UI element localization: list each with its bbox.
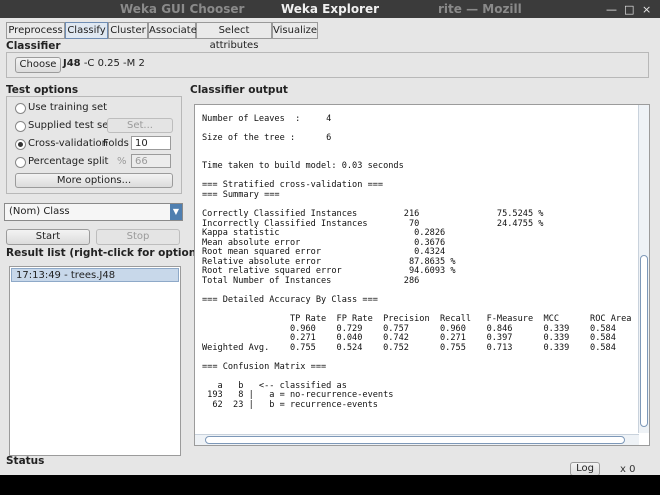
classifier-panel: Choose J48 -C 0.25 -M 2 bbox=[6, 52, 649, 78]
use-training-radio[interactable] bbox=[15, 103, 26, 114]
status-title: Status bbox=[6, 455, 45, 467]
test-options-panel: Use training set Supplied test set Set..… bbox=[6, 96, 182, 194]
test-options-title: Test options bbox=[6, 84, 79, 96]
status-memory-indicator: x 0 bbox=[620, 464, 636, 475]
classifier-output-text: Number of Leaves : 4 Size of the tree : … bbox=[202, 113, 649, 410]
cross-validation-radio[interactable] bbox=[15, 139, 26, 150]
window-title: Weka Explorer bbox=[280, 2, 380, 16]
close-icon[interactable]: × bbox=[642, 3, 651, 16]
tab-select-attributes[interactable]: Select attributes bbox=[196, 22, 272, 51]
chevron-down-icon[interactable]: ▼ bbox=[170, 204, 182, 220]
folds-label: Folds bbox=[103, 138, 129, 149]
maximize-icon[interactable]: □ bbox=[624, 3, 634, 16]
percentage-split-radio[interactable] bbox=[15, 157, 26, 168]
classifier-output[interactable]: Number of Leaves : 4 Size of the tree : … bbox=[194, 104, 650, 446]
percentage-input[interactable]: 66 bbox=[131, 154, 171, 168]
cross-validation-label: Cross-validation bbox=[28, 138, 108, 149]
tab-associate[interactable]: Associate bbox=[148, 22, 197, 39]
set-button[interactable]: Set... bbox=[107, 118, 173, 133]
explorer-window: Preprocess Classify Cluster Associate Se… bbox=[0, 18, 660, 476]
title-bar: Weka GUI Chooser Weka Explorer rite — Mo… bbox=[0, 0, 660, 18]
tab-preprocess[interactable]: Preprocess bbox=[6, 22, 65, 39]
stop-button[interactable]: Stop bbox=[96, 229, 180, 245]
start-button[interactable]: Start bbox=[6, 229, 90, 245]
vertical-scrollbar[interactable] bbox=[638, 105, 649, 433]
tab-cluster[interactable]: Cluster bbox=[108, 22, 148, 39]
vertical-scrollbar-thumb[interactable] bbox=[640, 255, 648, 427]
class-select[interactable]: (Nom) Class ▼ bbox=[4, 203, 183, 221]
more-options-button[interactable]: More options... bbox=[15, 173, 173, 188]
log-button[interactable]: Log bbox=[570, 462, 600, 476]
minimize-icon[interactable]: — bbox=[606, 3, 617, 16]
supplied-test-label: Supplied test set bbox=[28, 120, 113, 131]
classifier-options: -C 0.25 -M 2 bbox=[83, 58, 145, 69]
horizontal-scrollbar[interactable] bbox=[195, 434, 639, 445]
background-window-title-right: rite — Mozill bbox=[438, 2, 522, 16]
supplied-test-radio[interactable] bbox=[15, 121, 26, 132]
result-list-item[interactable]: 17:13:49 - trees.J48 bbox=[11, 268, 179, 282]
classifier-output-title: Classifier output bbox=[190, 84, 288, 96]
folds-input[interactable]: 10 bbox=[131, 136, 171, 150]
horizontal-scrollbar-thumb[interactable] bbox=[205, 436, 625, 444]
classifier-name: J48 bbox=[63, 58, 81, 69]
classifier-config[interactable]: J48 -C 0.25 -M 2 bbox=[63, 58, 145, 69]
result-list-title: Result list (right-click for options) bbox=[6, 247, 208, 259]
result-list[interactable]: 17:13:49 - trees.J48 bbox=[9, 266, 181, 456]
percentage-split-label: Percentage split bbox=[28, 156, 109, 167]
tab-visualize[interactable]: Visualize bbox=[272, 22, 318, 39]
classifier-section-title: Classifier bbox=[6, 40, 61, 52]
percent-sign: % bbox=[117, 156, 127, 167]
choose-button[interactable]: Choose bbox=[15, 57, 61, 73]
screen-bottom bbox=[0, 475, 660, 495]
use-training-label: Use training set bbox=[28, 102, 108, 113]
tab-classify[interactable]: Classify bbox=[65, 22, 108, 39]
class-select-value: (Nom) Class bbox=[9, 206, 70, 217]
